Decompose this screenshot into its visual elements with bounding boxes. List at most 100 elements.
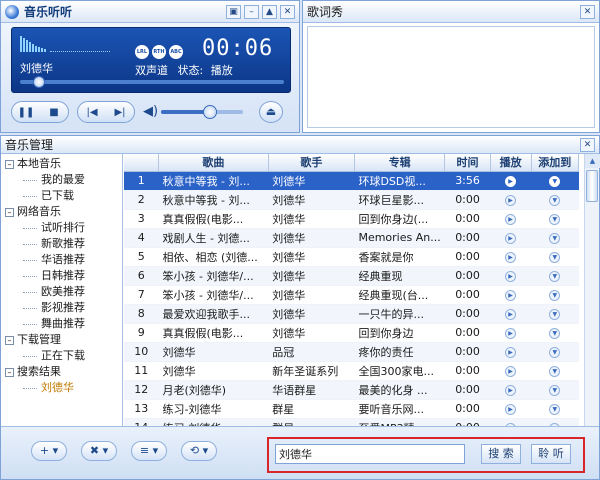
tree-item[interactable]: 已下载 — [1, 188, 122, 204]
table-row[interactable]: 9 真真假假(电影... 刘德华 回到你身边 0:00 ▶ ▼ — [124, 323, 579, 343]
prev-next-group: |◀ ▶| — [77, 101, 135, 123]
add-to-icon[interactable]: ▼ — [549, 213, 561, 225]
song-list-scrollbar[interactable]: ▲ — [584, 154, 600, 426]
table-row[interactable]: 4 戏剧人生 - 刘德... 刘德华 Memories An... 0:00 ▶ ▼ — [124, 228, 579, 248]
play-icon[interactable]: ▶ — [505, 346, 517, 358]
play-icon[interactable]: ▶ — [505, 403, 517, 415]
table-row[interactable]: 8 最爱欢迎我歌手... 刘德华 一只牛的异... 0:00 ▶ ▼ — [124, 304, 579, 324]
add-to-icon[interactable]: ▼ — [549, 289, 561, 301]
add-to-icon[interactable]: ▼ — [549, 270, 561, 282]
previous-button[interactable]: |◀ — [83, 107, 101, 118]
play-icon[interactable]: ▶ — [505, 175, 517, 187]
add-to-icon[interactable]: ▼ — [549, 251, 561, 263]
table-row[interactable]: 6 笨小孩 - 刘德华/... 刘德华 经典重现 0:00 ▶ ▼ — [124, 266, 579, 286]
table-row[interactable]: 7 笨小孩 - 刘德华/... 刘德华 经典重现(台... 0:00 ▶ ▼ — [124, 285, 579, 305]
add-to-icon[interactable]: ▼ — [549, 403, 561, 415]
play-icon[interactable]: ▶ — [505, 213, 517, 225]
table-row[interactable]: 12 月老(刘德华) 华语群星 最美的化身 ... 0:00 ▶ ▼ — [124, 380, 579, 400]
tree-group[interactable]: – 搜索结果 — [1, 364, 122, 380]
table-row[interactable]: 14练习-刘德华群星至爱MP3精...0:00▶▼ — [124, 418, 579, 426]
add-to-icon[interactable]: ▼ — [549, 327, 561, 339]
mode-lrl-icon[interactable]: LRL — [135, 45, 149, 59]
menu-button[interactable]: ▣ — [226, 4, 241, 19]
stop-button[interactable]: ■ — [45, 107, 63, 118]
delete-button[interactable]: ✖ ▾ — [81, 441, 117, 461]
column-header[interactable]: 播放 — [490, 154, 532, 172]
play-icon[interactable]: ▶ — [505, 232, 517, 244]
eject-button[interactable]: ⏏ — [259, 101, 283, 123]
add-to-icon[interactable]: ▼ — [549, 308, 561, 320]
mode-abc-icon[interactable]: ABC — [169, 45, 183, 59]
minimize-button[interactable]: – — [244, 4, 259, 19]
search-input[interactable] — [275, 444, 465, 464]
tree-item[interactable]: 舞曲推荐 — [1, 316, 122, 332]
close-button[interactable]: ✕ — [280, 4, 295, 19]
table-row[interactable]: 3 真真假假(电影... 刘德华 回到你身边(... 0:00 ▶ ▼ — [124, 209, 579, 229]
column-header[interactable]: 歌手 — [268, 154, 355, 172]
add-to-icon[interactable]: ▼ — [549, 365, 561, 377]
play-mode-button[interactable]: ⟲ ▾ — [181, 441, 217, 461]
tree-item[interactable]: 刘德华 — [1, 380, 122, 396]
collapse-icon[interactable]: – — [5, 207, 14, 217]
progress-bar[interactable] — [20, 76, 284, 88]
play-icon[interactable]: ▶ — [505, 365, 517, 377]
tree-item[interactable]: 试听排行 — [1, 220, 122, 236]
table-row[interactable]: 10 刘德华 品冠 疼你的责任 0:00 ▶ ▼ — [124, 342, 579, 362]
add-to-icon[interactable]: ▼ — [549, 232, 561, 244]
tree-group[interactable]: – 网络音乐 — [1, 204, 122, 220]
play-icon[interactable]: ▶ — [505, 251, 517, 263]
table-row[interactable]: 5 相依、相恋 (刘德... 刘德华 香案就是你 0:00 ▶ ▼ — [124, 247, 579, 267]
column-header[interactable]: 专辑 — [354, 154, 446, 172]
play-icon[interactable]: ▶ — [505, 327, 517, 339]
search-button[interactable]: 搜 索 — [481, 444, 521, 464]
tree-group[interactable]: – 本地音乐 — [1, 156, 122, 172]
pause-button[interactable]: ❚❚ — [17, 107, 35, 118]
play-icon[interactable]: ▶ — [505, 308, 517, 320]
play-icon[interactable]: ▶ — [505, 194, 517, 206]
table-row[interactable]: 13 练习-刘德华 群星 要听音乐网... 0:00 ▶ ▼ — [124, 399, 579, 419]
tree-item[interactable]: 我的最爱 — [1, 172, 122, 188]
manager-titlebar[interactable]: 音乐管理 ✕ — [1, 136, 599, 154]
add-to-icon[interactable]: ▼ — [549, 175, 561, 187]
column-header[interactable]: 添加到 — [531, 154, 580, 172]
tree-item[interactable]: 正在下载 — [1, 348, 122, 364]
playlist-button[interactable]: ≡ ▾ — [131, 441, 167, 461]
row-index: 8 — [124, 304, 159, 324]
play-icon[interactable]: ▶ — [505, 289, 517, 301]
speaker-icon[interactable]: ◀) — [143, 104, 158, 119]
mode-rth-icon[interactable]: RTH — [152, 45, 166, 59]
play-icon[interactable]: ▶ — [505, 384, 517, 396]
table-row[interactable]: 11 刘德华 新年圣诞系列 全国300家电... 0:00 ▶ ▼ — [124, 361, 579, 381]
column-header[interactable] — [124, 154, 159, 172]
volume-handle[interactable] — [203, 105, 217, 119]
collapse-icon[interactable]: – — [5, 367, 14, 377]
table-row[interactable]: 2 秋意中等我 - 刘... 刘德华 环球巨星影... 0:00 ▶ ▼ — [124, 190, 579, 210]
lyrics-close-button[interactable]: ✕ — [580, 4, 595, 19]
tree-item[interactable]: 日韩推荐 — [1, 268, 122, 284]
pin-button[interactable]: ▲ — [262, 4, 277, 19]
scroll-up-icon[interactable]: ▲ — [585, 154, 600, 168]
play-icon[interactable]: ▶ — [505, 270, 517, 282]
next-button[interactable]: ▶| — [111, 107, 129, 118]
scroll-thumb[interactable] — [586, 170, 598, 202]
column-header[interactable]: 时间 — [444, 154, 491, 172]
volume-slider[interactable] — [161, 105, 243, 119]
add-button[interactable]: + ▾ — [31, 441, 67, 461]
add-to-icon[interactable]: ▼ — [549, 194, 561, 206]
tree-group[interactable]: – 下载管理 — [1, 332, 122, 348]
tree-item[interactable]: 新歌推荐 — [1, 236, 122, 252]
manager-close-button[interactable]: ✕ — [580, 137, 595, 152]
lyrics-titlebar[interactable]: 歌词秀 ✕ — [303, 1, 599, 23]
tree-item[interactable]: 华语推荐 — [1, 252, 122, 268]
table-row[interactable]: 1 秋意中等我 - 刘... 刘德华 环球DSD视... 3:56 ▶ ▼ — [124, 171, 579, 191]
progress-handle[interactable] — [32, 76, 45, 88]
collapse-icon[interactable]: – — [5, 159, 14, 169]
add-to-icon[interactable]: ▼ — [549, 346, 561, 358]
column-header[interactable]: 歌曲 — [158, 154, 269, 172]
listen-button[interactable]: 聆 听 — [531, 444, 571, 464]
tree-item[interactable]: 影视推荐 — [1, 300, 122, 316]
add-to-icon[interactable]: ▼ — [549, 384, 561, 396]
tree-item[interactable]: 欧美推荐 — [1, 284, 122, 300]
player-titlebar[interactable]: 音乐听听 ▣ – ▲ ✕ — [1, 1, 299, 23]
collapse-icon[interactable]: – — [5, 335, 14, 345]
